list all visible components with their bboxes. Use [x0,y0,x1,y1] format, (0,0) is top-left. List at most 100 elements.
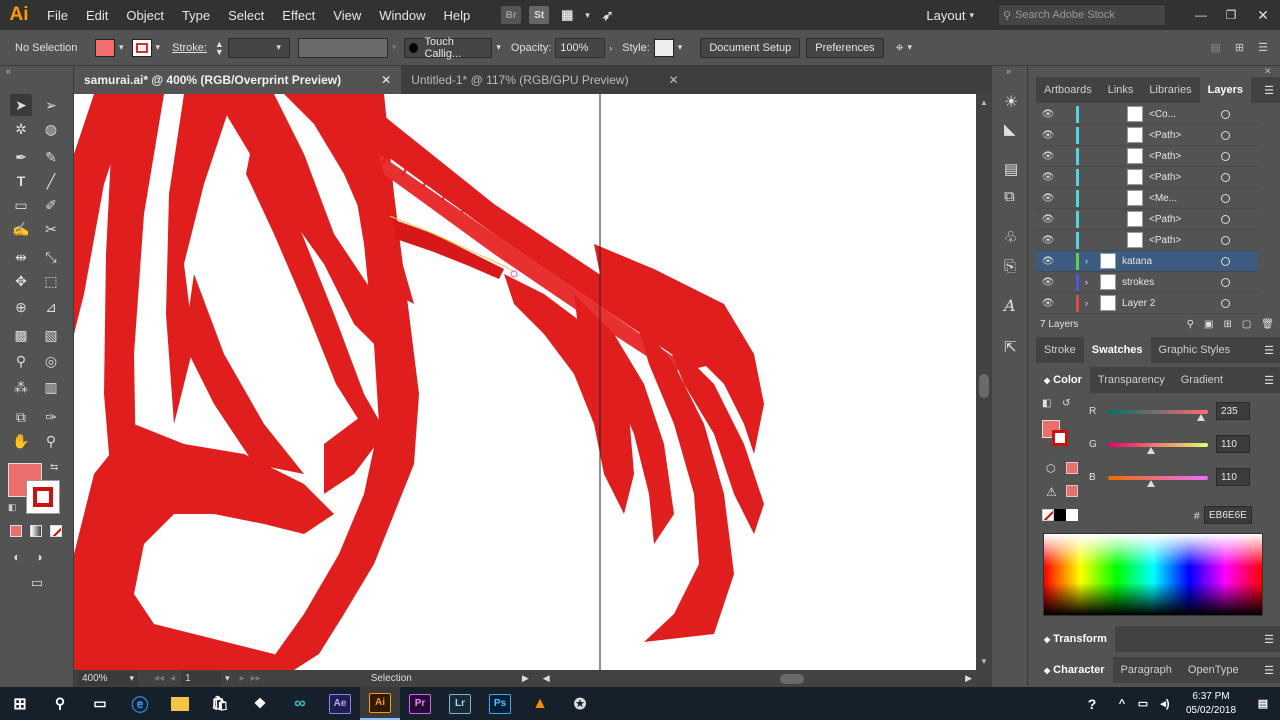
black-color-swatch[interactable] [1054,509,1066,521]
dropbox-icon[interactable]: ❖ [240,687,280,720]
out-of-web-icon[interactable]: ⬡ [1046,462,1056,475]
web-color-swatch[interactable] [1066,462,1078,474]
tab-opentype[interactable]: OpenType [1180,657,1247,683]
stroke-color-box[interactable] [26,480,60,514]
panel-menu-icon[interactable]: ☰ [1258,41,1268,54]
swap-fill-stroke-icon[interactable]: ⇆ [50,462,58,473]
asset-export-icon[interactable]: ⎘ [1004,258,1016,275]
artboard-tool-icon[interactable]: ⧉ [10,406,32,428]
chevron-down-icon[interactable]: ▾ [119,42,124,53]
menu-file[interactable]: File [38,8,77,23]
swap-colors-icon[interactable]: ↺ [1062,398,1070,409]
gradient-tool-icon[interactable]: ▧ [40,324,62,346]
search-stock-field[interactable]: ⚲ Search Adobe Stock [998,4,1166,26]
store-icon[interactable]: 🛍 [200,687,240,720]
g-slider[interactable] [1108,443,1208,447]
mesh-tool-icon[interactable]: ▩ [10,324,32,346]
locate-object-icon[interactable]: ⚲ [1187,319,1194,330]
bridge-icon[interactable]: Br [501,6,522,24]
layer-row[interactable]: 👁 <Path> [1036,167,1258,188]
menu-window[interactable]: Window [370,8,434,23]
layer-row[interactable]: 👁 <Path> [1036,209,1258,230]
visibility-eye-icon[interactable]: 👁 [1036,193,1060,204]
panel-menu-icon[interactable]: ☰ [1264,84,1274,97]
new-layer-icon[interactable]: ▢ [1242,319,1251,330]
chevron-down-icon[interactable]: ▾ [907,42,912,53]
white-color-swatch[interactable] [1066,509,1078,521]
preferences-button[interactable]: Preferences [806,37,884,58]
slice-tool-icon[interactable]: ✑ [40,406,62,428]
make-clipping-mask-icon[interactable]: ▣ [1204,319,1213,330]
artboard[interactable] [74,94,976,670]
windows-start-icon[interactable]: ⊞ [0,687,40,720]
first-artboard-icon[interactable]: ◂◂ [154,673,164,684]
layer-row[interactable]: 👁 <Path> [1036,125,1258,146]
tab-color[interactable]: ◆ Color [1036,367,1090,393]
visibility-eye-icon[interactable]: 👁 [1036,256,1060,267]
chevron-down-icon[interactable]: ▾ [496,42,501,53]
file-explorer-icon[interactable] [160,687,200,720]
fill-swatch[interactable] [95,38,115,57]
scroll-right-icon[interactable]: ▶ [965,673,972,684]
pen-tool-icon[interactable]: ✒ [10,146,32,168]
gpu-performance-icon[interactable]: ➶ [598,6,618,24]
status-menu-icon[interactable]: ▶ [522,673,529,684]
visibility-eye-icon[interactable]: 👁 [1036,277,1060,288]
chevron-right-icon[interactable]: › [609,43,612,53]
vertical-scrollbar[interactable]: ▲ ▼ [976,94,992,670]
canvas-area[interactable] [74,94,992,670]
hand-tool-icon[interactable]: ✋ [10,430,32,452]
menu-view[interactable]: View [324,8,370,23]
direct-selection-tool-icon[interactable]: ➢ [40,94,62,116]
gamut-color-swatch[interactable] [1066,485,1078,497]
chevron-down-icon[interactable]: ▾ [678,42,683,53]
blend-tool-icon[interactable]: ◎ [40,350,62,372]
transform-icon[interactable]: ⊞ [1235,41,1244,54]
r-slider[interactable] [1108,410,1208,414]
chevron-down-icon[interactable]: ▾ [156,42,161,53]
draw-inside-icon[interactable]: ◑ [28,546,50,568]
arrange-documents-icon[interactable]: ▦ [557,6,577,24]
next-artboard-icon[interactable]: ▸ [240,673,245,684]
scroll-down-icon[interactable]: ▼ [976,657,992,666]
chevron-down-icon[interactable]: ▾ [225,673,230,684]
menu-effect[interactable]: Effect [273,8,324,23]
paintbrush-tool-icon[interactable]: ✐ [40,194,62,216]
curvature-tool-icon[interactable]: ✎ [40,146,62,168]
workspace-switcher[interactable]: Layout ▾ [926,8,978,23]
visibility-eye-icon[interactable]: 👁 [1036,298,1060,309]
vlc-icon[interactable]: ▲ [520,687,560,720]
photoshop-icon[interactable]: Ps [480,687,520,720]
premiere-icon[interactable]: Pr [400,687,440,720]
zoom-field[interactable]: 400% ▾ [78,671,138,686]
r-slider-knob[interactable] [1197,414,1205,421]
magic-wand-tool-icon[interactable]: ✲ [10,118,32,140]
color-stroke-box[interactable] [1052,430,1068,446]
visibility-eye-icon[interactable]: 👁 [1036,109,1060,120]
notifications-icon[interactable]: ▤ [1246,687,1280,720]
selection-tool-icon[interactable]: ➤ [10,94,32,116]
clock[interactable]: 6:37 PM 05/02/2018 [1176,690,1246,718]
scroll-up-icon[interactable]: ▲ [976,98,992,107]
lightroom-icon[interactable]: Lr [440,687,480,720]
rectangle-tool-icon[interactable]: ▭ [10,194,32,216]
none-mode-icon[interactable] [50,525,62,537]
task-view-icon[interactable]: ▭ [80,687,120,720]
stroke-stepper[interactable]: ▲ ▼ [215,39,224,56]
new-sublayer-icon[interactable]: ⊞ [1223,319,1231,330]
tab-swatches[interactable]: Swatches [1083,337,1151,363]
target-icon[interactable] [1221,151,1230,161]
zoom-tool-icon[interactable]: ⚲ [40,430,62,452]
lasso-tool-icon[interactable]: ◍ [40,118,62,140]
scissors-tool-icon[interactable]: ✂ [40,218,62,240]
layer-row[interactable]: 👁 <Me... [1036,188,1258,209]
panel-menu-icon[interactable]: ☰ [1264,344,1274,357]
expand-arrow-icon[interactable]: › [1085,277,1088,287]
line-tool-icon[interactable]: ╱ [40,170,62,192]
hex-value-field[interactable]: EB6E6E [1204,506,1252,524]
artboard-number-field[interactable]: 1 [181,671,222,686]
menu-edit[interactable]: Edit [77,8,117,23]
minimize-button[interactable]: — [1186,8,1216,22]
scale-tool-icon[interactable]: ⤡ [40,246,62,268]
menu-type[interactable]: Type [173,8,219,23]
